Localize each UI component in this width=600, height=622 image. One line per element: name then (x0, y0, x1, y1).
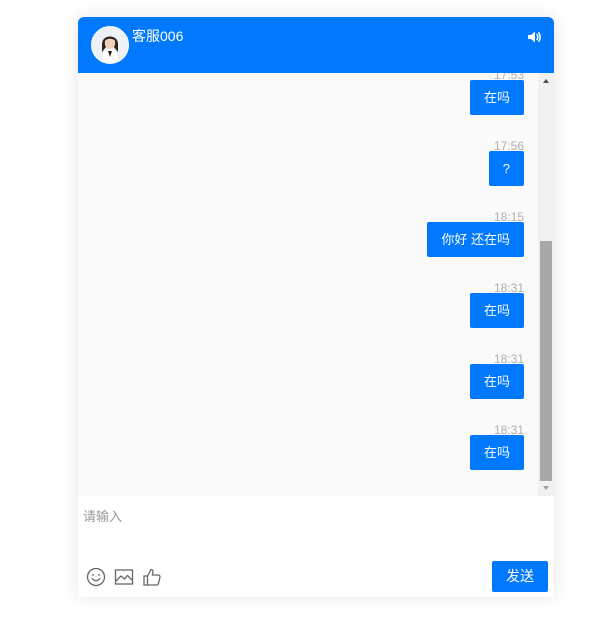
speaker-icon[interactable] (526, 29, 542, 45)
message-bubble: ? (488, 151, 524, 186)
smile-icon[interactable] (85, 566, 107, 588)
message-bubble: 你好 还在吗 (427, 222, 524, 257)
agent-name: 客服006 (132, 28, 184, 44)
scroll-down-arrow-icon[interactable] (543, 486, 549, 490)
message-bubble: 在吗 (469, 293, 524, 328)
chat-header: 客服006 (78, 17, 554, 73)
chat-window: 客服006 17:53 在吗 17:56 ? 18:15 你好 还在吗 18:3… (78, 17, 554, 597)
message-scrollbar[interactable] (538, 73, 554, 496)
agent-avatar (91, 26, 129, 64)
image-icon[interactable] (113, 566, 135, 588)
message-bubble: 在吗 (469, 80, 524, 115)
message-input[interactable] (83, 506, 523, 552)
message-bubble: 在吗 (469, 364, 524, 399)
message-list: 17:53 在吗 17:56 ? 18:15 你好 还在吗 18:31 在吗 1… (78, 73, 554, 496)
scroll-up-arrow-icon[interactable] (543, 79, 549, 83)
message-bubble: 在吗 (469, 435, 524, 470)
send-button[interactable]: 发送 (492, 561, 548, 592)
thumbs-up-icon[interactable] (141, 566, 163, 588)
scrollbar-thumb[interactable] (540, 241, 552, 481)
input-area: 发送 (78, 498, 554, 597)
